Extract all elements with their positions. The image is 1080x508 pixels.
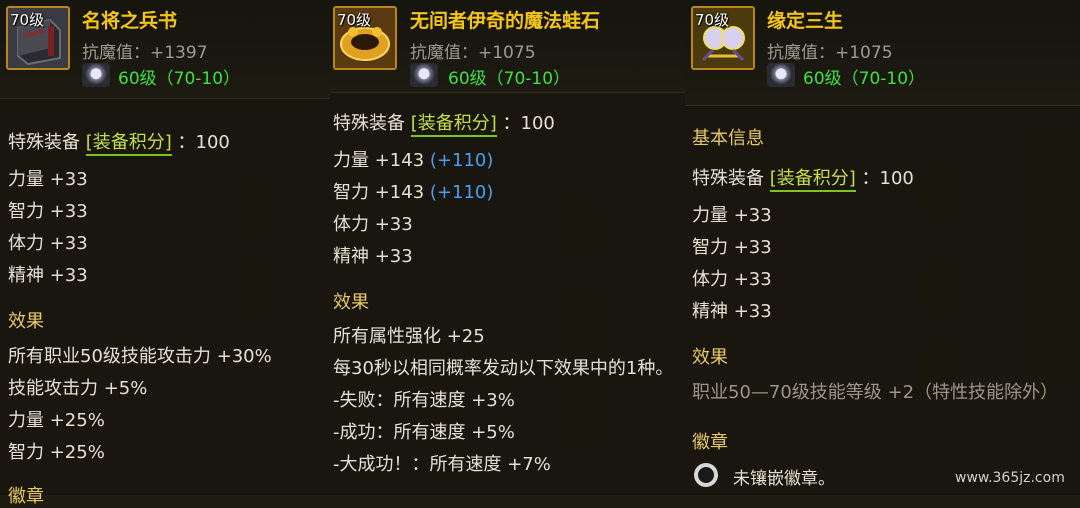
effects-heading: 效果 [692, 347, 728, 368]
item-title: 名将之兵书 [82, 10, 178, 32]
effect-line: 所有职业50级技能攻击力 +30% [8, 346, 272, 367]
effects-heading: 效果 [8, 311, 44, 332]
item-level: 70级 [10, 11, 45, 29]
watermark: www.365jz.com [955, 470, 1065, 486]
stat-line: 智力 +33 [8, 201, 88, 222]
stat-line: 精神 +33 [8, 265, 88, 286]
item-level: 70级 [695, 11, 730, 29]
level-requirement: 60级（70-10） [448, 69, 571, 89]
effect-line: -失败：所有速度 +3% [333, 390, 515, 411]
effect-line: -成功：所有速度 +5% [333, 422, 515, 443]
stat-line: 智力 +33 [692, 237, 772, 258]
effect-line: 每30秒以相同概率发动以下效果中的1种。 [333, 358, 674, 379]
resist-value: 抗魔值：+1075 [410, 43, 536, 63]
basic-info-heading: 基本信息 [692, 128, 764, 149]
score-value: ：100 [861, 168, 914, 189]
stat-line: 精神 +33 [333, 246, 413, 267]
effect-line: 所有属性强化 +25 [333, 326, 485, 347]
resist-value: 抗魔值：+1397 [82, 43, 208, 63]
stat-line: 力量 +33 [8, 169, 88, 190]
score-link[interactable]: [装备积分] [769, 168, 856, 192]
stat-text: 智力 +143 [333, 182, 425, 203]
stat-line: 体力 +33 [692, 269, 772, 290]
emblem-heading: 徽章 [8, 486, 44, 507]
special-equipment-row: 特殊装备 [装备积分] ：100 [333, 109, 555, 137]
item-icon-slot[interactable]: 70级 [6, 6, 70, 70]
stat-line: 力量 +33 [692, 205, 772, 226]
level-requirement: 60级（70-10） [803, 69, 926, 89]
diamond-icon [410, 63, 438, 87]
item-tooltip-3: 70级 缘定三生 抗魔值：+1075 60级（70-10） 基本信息 特殊装备 … [685, 0, 1080, 495]
stat-text: 力量 +143 [333, 150, 425, 171]
effect-line: 职业50—70级技能等级 +2（特性技能除外） [692, 382, 1059, 403]
item-level: 70级 [337, 11, 372, 29]
emblem-empty-text: 未镶嵌徽章。 [733, 469, 835, 489]
tooltip-header: 70级 名将之兵书 抗魔值：+1397 60级（70-10） [0, 0, 330, 99]
effects-heading: 效果 [333, 292, 369, 313]
item-title: 缘定三生 [767, 10, 844, 32]
item-icon-slot[interactable]: 70级 [333, 6, 397, 70]
effect-line: 技能攻击力 +5% [8, 378, 148, 399]
item-title: 无间者伊奇的魔法蛙石 [410, 10, 601, 32]
stat-line: 体力 +33 [8, 233, 88, 254]
score-link[interactable]: [装备积分] [85, 132, 172, 156]
diamond-icon [82, 63, 110, 87]
item-tooltip-1: 70级 名将之兵书 抗魔值：+1397 60级（70-10） 特殊装备 [装备积… [0, 0, 330, 507]
tooltip-header: 70级 缘定三生 抗魔值：+1075 60级（70-10） [685, 0, 1080, 106]
special-label: 特殊装备 [8, 132, 80, 153]
effect-line: -大成功！：所有速度 +7% [333, 454, 551, 475]
resist-value: 抗魔值：+1075 [767, 43, 893, 63]
effect-line: 力量 +25% [8, 410, 105, 431]
stat-line: 体力 +33 [333, 214, 413, 235]
score-value: ：100 [502, 113, 555, 134]
stat-bonus: (+110) [429, 150, 494, 171]
special-equipment-row: 特殊装备 [装备积分] ：100 [8, 128, 230, 156]
tooltip-header: 70级 无间者伊奇的魔法蛙石 抗魔值：+1075 60级（70-10） [330, 0, 685, 93]
diamond-icon [767, 63, 795, 87]
effect-line: 智力 +25% [8, 442, 105, 463]
emblem-heading: 徽章 [692, 432, 728, 453]
special-equipment-row: 特殊装备 [装备积分] ：100 [692, 164, 914, 192]
level-requirement: 60级（70-10） [118, 69, 241, 89]
stat-line: 精神 +33 [692, 301, 772, 322]
score-link[interactable]: [装备积分] [410, 113, 497, 137]
stat-bonus: (+110) [429, 182, 494, 203]
emblem-socket-icon [693, 462, 719, 488]
special-label: 特殊装备 [333, 113, 405, 134]
item-icon-slot[interactable]: 70级 [691, 6, 755, 70]
score-value: ：100 [177, 132, 230, 153]
stat-line: 智力 +143 (+110) [333, 178, 493, 204]
special-label: 特殊装备 [692, 168, 764, 189]
stat-line: 力量 +143 (+110) [333, 146, 493, 172]
item-tooltip-2: 70级 无间者伊奇的魔法蛙石 抗魔值：+1075 60级（70-10） 特殊装备… [330, 0, 685, 495]
